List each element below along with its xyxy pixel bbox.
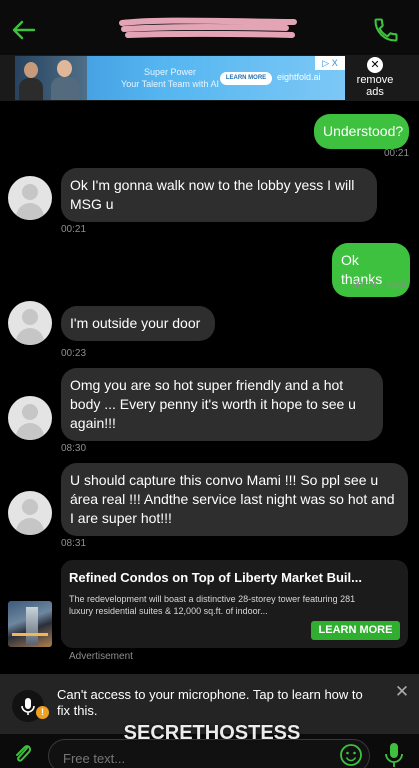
avatar[interactable] <box>8 176 52 220</box>
ad-title: Refined Condos on Top of Liberty Market … <box>69 570 362 585</box>
advertisement-label: Advertisement <box>69 651 133 662</box>
outgoing-message[interactable]: Understood? <box>314 114 409 149</box>
message-timestamp: 08:31 <box>61 538 87 549</box>
remove-ads-label: remove ads <box>356 74 394 98</box>
conversation-header <box>0 0 419 56</box>
message-input[interactable] <box>63 750 323 766</box>
message-timestamp: 08:30 <box>61 443 87 454</box>
ad-learn-more-button[interactable]: LEARN MORE <box>311 621 400 640</box>
close-icon[interactable]: ✕ <box>393 683 411 701</box>
phone-icon[interactable] <box>372 16 400 44</box>
avatar[interactable] <box>8 301 52 345</box>
ad-thumbnail-image[interactable] <box>8 601 52 647</box>
incoming-message[interactable]: Ok I'm gonna walk now to the lobby yess … <box>61 168 377 222</box>
incoming-message[interactable]: U should capture this convo Mami !!! So … <box>61 463 408 536</box>
banner-ad-bar: Super Power Your Talent Team with AI LEA… <box>0 55 419 101</box>
incoming-message[interactable]: I'm outside your door <box>61 306 215 341</box>
native-ad-card[interactable]: Refined Condos on Top of Liberty Market … <box>61 560 408 648</box>
ad-brand-logo: eightfold.ai <box>277 72 321 82</box>
message-timestamp: 00:21 <box>384 148 410 159</box>
ad-people-image <box>15 56 87 100</box>
contact-name[interactable] <box>122 18 292 38</box>
microphone-banner-text[interactable]: Can't access to your microphone. Tap to … <box>57 687 377 719</box>
message-timestamp: 00:23 <box>61 348 87 359</box>
ad-learn-more-button[interactable]: LEARN MORE <box>220 72 272 85</box>
message-thread[interactable]: Understood? 00:21 Ok I'm gonna walk now … <box>0 101 419 674</box>
voice-record-icon[interactable] <box>384 741 404 768</box>
emoji-icon[interactable] <box>339 743 363 767</box>
ad-description: The redevelopment will boast a distincti… <box>69 594 356 616</box>
avatar[interactable] <box>8 396 52 440</box>
avatar[interactable] <box>8 491 52 535</box>
remove-ads-button[interactable]: ✕ remove ads <box>350 57 400 99</box>
close-icon: ✕ <box>367 57 383 73</box>
banner-ad[interactable]: Super Power Your Talent Team with AI LEA… <box>15 56 345 100</box>
warning-icon: ! <box>36 706 49 719</box>
watermark: SECRETHOSTESS <box>123 722 301 744</box>
message-timestamp: 00:21 <box>61 224 87 235</box>
adchoices-icon[interactable]: ▷ X <box>315 56 345 70</box>
message-timestamp: 00:21 - Sent <box>352 280 407 291</box>
incoming-message[interactable]: Omg you are so hot super friendly and a … <box>61 368 383 441</box>
arrow-left-icon[interactable] <box>10 16 38 44</box>
paperclip-icon[interactable] <box>12 741 34 767</box>
